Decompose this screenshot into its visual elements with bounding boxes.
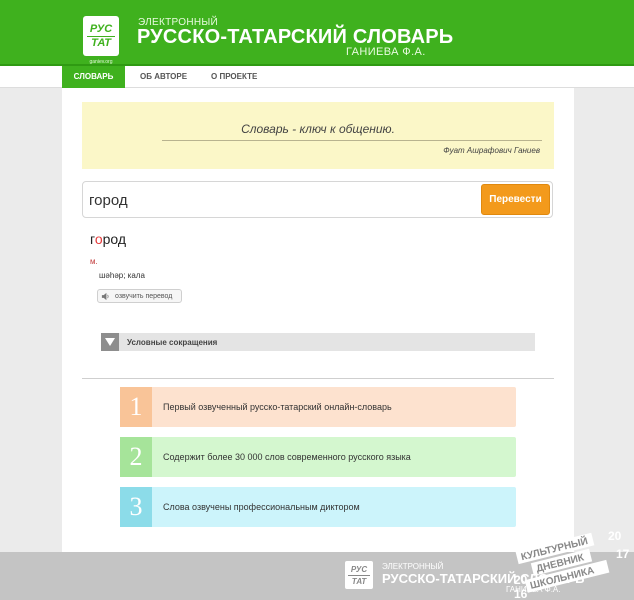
footer-subtitle: ЭЛЕКТРОННЫЙ: [382, 562, 444, 571]
speak-label: озвучить перевод: [115, 293, 173, 300]
quote-text: Словарь - ключ к общению.: [241, 122, 395, 136]
badge-year-top-2: 17: [616, 547, 630, 561]
feature-number: 3: [120, 487, 152, 527]
culture-diary-badge[interactable]: КУЛЬТУРНЫЙ ДНЕВНИК ШКОЛЬНИКА 20 17 20 16: [512, 526, 634, 600]
feature-number: 1: [120, 387, 152, 427]
word-stressed-vowel: о: [94, 231, 103, 247]
nav-item-about-author[interactable]: ОБ АВТОРЕ: [128, 66, 199, 88]
feature-text: Первый озвученный русско-татарский онлай…: [163, 402, 392, 412]
main-nav: СЛОВАРЬ ОБ АВТОРЕ О ПРОЕКТЕ: [0, 66, 634, 88]
badge-year-bottom-2: 16: [514, 587, 528, 600]
word-part-after: род: [102, 231, 127, 247]
search-bar: Перевести: [82, 181, 553, 218]
logo-site: ganiev.org: [89, 59, 113, 65]
logo-text-top: РУС: [89, 22, 113, 35]
footer-logo-divider: [348, 574, 370, 576]
triangle-down-icon: [105, 338, 115, 346]
translate-button[interactable]: Перевести: [481, 184, 550, 215]
nav-item-dictionary[interactable]: СЛОВАРЬ: [62, 66, 125, 88]
abbreviations-label: Условные сокращения: [127, 338, 218, 347]
search-input[interactable]: [89, 186, 477, 214]
section-divider: [82, 378, 554, 379]
footer-logo-bottom: ТАТ: [351, 576, 367, 586]
site-logo[interactable]: РУС ТАТ ganiev.org: [83, 16, 119, 65]
feature-item-1: 1 Первый озвученный русско-татарский онл…: [120, 387, 516, 427]
quote-author: Фуат Ашрафович Ганиев: [443, 146, 540, 155]
feature-item-2: 2 Содержит более 30 000 слов современног…: [120, 437, 516, 477]
feature-number: 2: [120, 437, 152, 477]
abbreviations-expand-button[interactable]: [101, 333, 119, 351]
feature-item-3: 3 Слова озвучены профессиональным диктор…: [120, 487, 516, 527]
site-header: РУС ТАТ ganiev.org ЭЛЕКТРОННЫЙ РУССКО-ТА…: [0, 0, 634, 66]
logo-text-bottom: ТАТ: [91, 36, 111, 49]
nav-item-about-project[interactable]: О ПРОЕКТЕ: [199, 66, 269, 88]
speak-translation-button[interactable]: озвучить перевод: [97, 289, 182, 303]
quote-box: Словарь - ключ к общению. Фуат Ашрафович…: [82, 102, 554, 169]
abbreviations-toggle[interactable]: Условные сокращения: [101, 333, 535, 351]
badge-year-bottom-1: 20: [514, 573, 528, 587]
badge-year-top-1: 20: [608, 529, 622, 543]
translation-text: шәһәр; кала: [99, 271, 145, 280]
result-word: город: [90, 231, 126, 247]
footer-logo-top: РУС: [350, 564, 368, 574]
feature-text: Содержит более 30 000 слов современного …: [163, 452, 411, 462]
feature-text: Слова озвучены профессиональным диктором: [163, 502, 360, 512]
content-panel: Словарь - ключ к общению. Фуат Ашрафович…: [62, 88, 574, 552]
footer-logo[interactable]: РУС ТАТ: [345, 561, 373, 589]
quote-divider: [162, 140, 542, 141]
header-author: ГАНИЕВА Ф.А.: [346, 46, 426, 58]
part-of-speech: м.: [90, 257, 98, 266]
speaker-icon: [101, 292, 109, 301]
